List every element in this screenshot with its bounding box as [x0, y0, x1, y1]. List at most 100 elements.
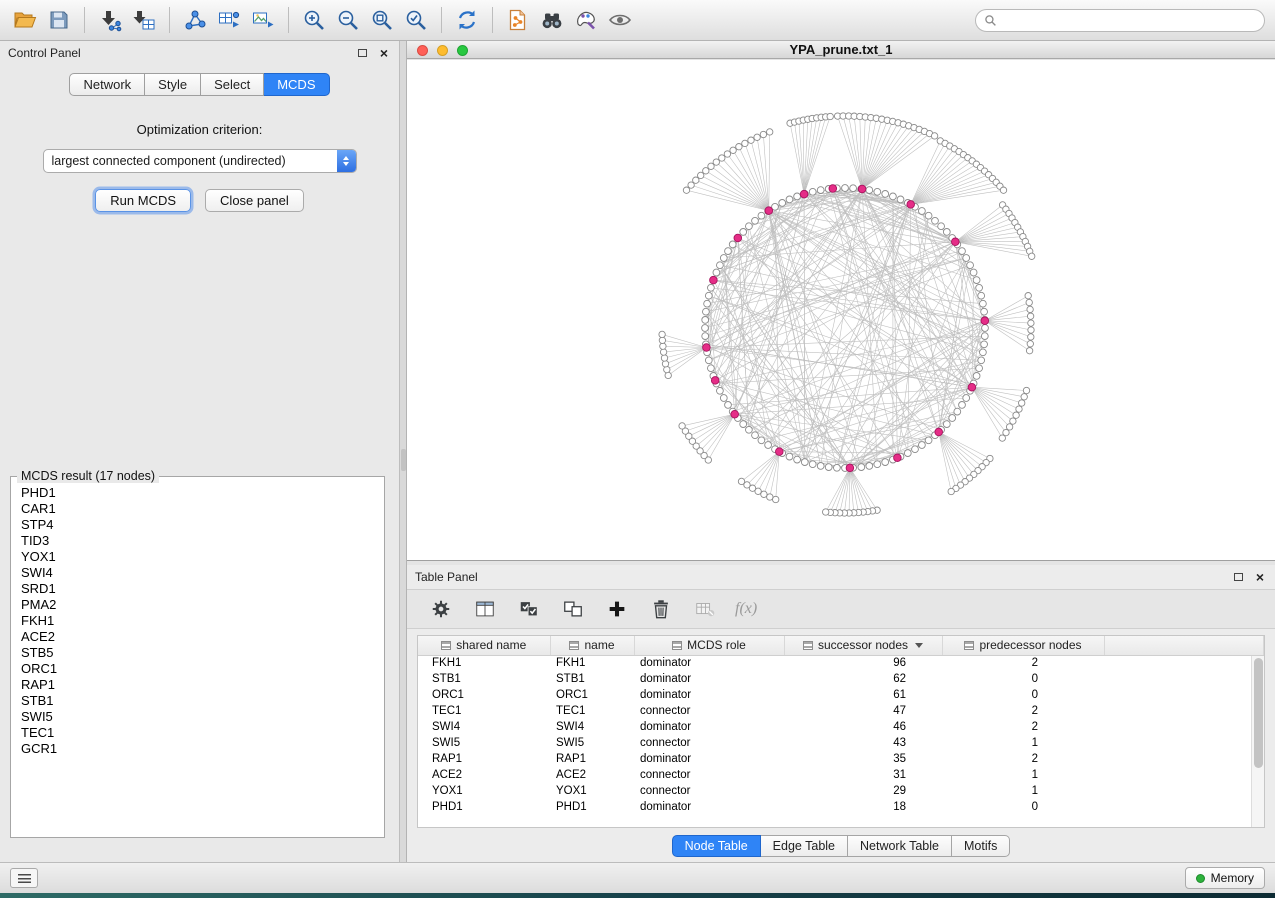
mcds-result-item[interactable]: STP4 — [13, 517, 382, 533]
mcds-result-list: PHD1CAR1STP4TID3YOX1SWI4SRD1PMA2FKH1ACE2… — [13, 485, 382, 835]
table-row[interactable]: SWI5SWI5connector431 — [418, 735, 1264, 751]
table-cell: PHD1 — [550, 799, 634, 815]
tab-mcds[interactable]: MCDS — [264, 73, 329, 96]
import-network-button[interactable] — [95, 5, 125, 35]
mcds-result-item[interactable]: CAR1 — [13, 501, 382, 517]
open-folder-button[interactable] — [10, 5, 40, 35]
select-all-button[interactable] — [515, 595, 543, 623]
mcds-result-item[interactable]: ORC1 — [13, 661, 382, 677]
deselect-all-button[interactable] — [559, 595, 587, 623]
vertical-splitter[interactable] — [400, 41, 407, 862]
mcds-result-box: MCDS result (17 nodes) PHD1CAR1STP4TID3Y… — [10, 469, 385, 838]
zoom-in-button[interactable] — [299, 5, 329, 35]
tab-style[interactable]: Style — [145, 73, 201, 96]
mcds-result-item[interactable]: STB1 — [13, 693, 382, 709]
network-to-image-button[interactable] — [248, 5, 278, 35]
disabled-table-button — [691, 595, 719, 623]
tab-network-table[interactable]: Network Table — [848, 835, 952, 857]
table-row[interactable]: PHD1PHD1dominator180 — [418, 799, 1264, 815]
table-panel-header: Table Panel × — [407, 565, 1275, 589]
column-header-MCDS-role[interactable]: MCDS role — [634, 636, 784, 655]
column-header-label: predecessor nodes — [979, 638, 1081, 652]
visual-style-button[interactable] — [571, 5, 601, 35]
search-network-button[interactable] — [537, 5, 567, 35]
tab-network[interactable]: Network — [69, 73, 145, 96]
table-cell: connector — [634, 767, 784, 783]
table-row[interactable]: ACE2ACE2connector311 — [418, 767, 1264, 783]
memory-button[interactable]: Memory — [1185, 867, 1265, 889]
zoom-selected-button[interactable] — [401, 5, 431, 35]
mcds-result-item[interactable]: TID3 — [13, 533, 382, 549]
table-panel-title: Table Panel — [415, 570, 1223, 584]
table-scrollbar[interactable] — [1251, 656, 1264, 827]
table-tabs: Node TableEdge TableNetwork TableMotifs — [407, 835, 1275, 857]
close-panel-button[interactable]: Close panel — [205, 189, 304, 212]
column-layout-button[interactable] — [471, 595, 499, 623]
table-row[interactable]: STB1STB1dominator620 — [418, 671, 1264, 687]
mcds-result-item[interactable]: PMA2 — [13, 597, 382, 613]
delete-column-button[interactable] — [647, 595, 675, 623]
table-cell: 43 — [784, 735, 942, 751]
mcds-result-item[interactable]: PHD1 — [13, 485, 382, 501]
table-cell-filler — [1104, 799, 1264, 815]
table-row[interactable]: YOX1YOX1connector291 — [418, 783, 1264, 799]
export-network-button[interactable] — [180, 5, 210, 35]
save-session-button[interactable] — [44, 5, 74, 35]
mcds-result-item[interactable]: RAP1 — [13, 677, 382, 693]
mcds-result-item[interactable]: ACE2 — [13, 629, 382, 645]
tab-motifs[interactable]: Motifs — [952, 835, 1010, 857]
table-row[interactable]: FKH1FKH1dominator962 — [418, 655, 1264, 671]
copy-document-button[interactable] — [503, 5, 533, 35]
status-bar: Memory — [0, 862, 1275, 893]
mcds-result-item[interactable]: GCR1 — [13, 741, 382, 757]
table-row[interactable]: RAP1RAP1dominator352 — [418, 751, 1264, 767]
network-to-table-button[interactable] — [214, 5, 244, 35]
zoom-fit-button[interactable] — [367, 5, 397, 35]
column-header-name[interactable]: name — [550, 636, 634, 655]
table-row[interactable]: SWI4SWI4dominator462 — [418, 719, 1264, 735]
table-settings-button[interactable] — [427, 595, 455, 623]
show-hide-button[interactable] — [605, 5, 635, 35]
tab-select[interactable]: Select — [201, 73, 264, 96]
table-cell-filler — [1104, 703, 1264, 719]
run-mcds-button[interactable]: Run MCDS — [95, 189, 191, 212]
control-panel-close-button[interactable]: × — [377, 46, 391, 60]
table-cell: 35 — [784, 751, 942, 767]
table-panel-float-button[interactable] — [1231, 570, 1245, 584]
sort-arrow-icon — [915, 643, 923, 648]
mcds-result-item[interactable]: FKH1 — [13, 613, 382, 629]
table-cell: SWI4 — [418, 719, 550, 735]
column-header-shared-name[interactable]: shared name — [418, 636, 550, 655]
mcds-result-item[interactable]: TEC1 — [13, 725, 382, 741]
mcds-result-item[interactable]: YOX1 — [13, 549, 382, 565]
tab-edge-table[interactable]: Edge Table — [761, 835, 848, 857]
zoom-out-button[interactable] — [333, 5, 363, 35]
refresh-layout-button[interactable] — [452, 5, 482, 35]
splitter-handle[interactable] — [401, 449, 406, 471]
graph-nodes — [659, 113, 1035, 516]
table-cell: connector — [634, 735, 784, 751]
table-row[interactable]: TEC1TEC1connector472 — [418, 703, 1264, 719]
mcds-result-item[interactable]: SWI4 — [13, 565, 382, 581]
network-graph[interactable] — [407, 60, 1275, 560]
import-table-button[interactable] — [129, 5, 159, 35]
status-menu-button[interactable] — [10, 868, 38, 888]
add-column-button[interactable] — [603, 595, 631, 623]
column-header-successor-nodes[interactable]: successor nodes — [784, 636, 942, 655]
table-row[interactable]: ORC1ORC1dominator610 — [418, 687, 1264, 703]
network-to-image-icon — [251, 8, 275, 32]
mcds-result-item[interactable]: SWI5 — [13, 709, 382, 725]
mcds-result-item[interactable]: STB5 — [13, 645, 382, 661]
column-layout-icon — [474, 598, 496, 620]
tab-node-table[interactable]: Node Table — [672, 835, 761, 857]
optimization-criterion-select[interactable]: largest connected component (undirected) — [43, 149, 357, 173]
close-icon: × — [380, 48, 388, 58]
search-input[interactable] — [1003, 13, 1256, 27]
toolbar-separator — [84, 7, 85, 33]
table-cell-filler — [1104, 783, 1264, 799]
mcds-result-item[interactable]: SRD1 — [13, 581, 382, 597]
column-header-predecessor-nodes[interactable]: predecessor nodes — [942, 636, 1104, 655]
table-panel-close-button[interactable]: × — [1253, 570, 1267, 584]
scrollbar-thumb[interactable] — [1254, 658, 1263, 768]
control-panel-float-button[interactable] — [355, 46, 369, 60]
